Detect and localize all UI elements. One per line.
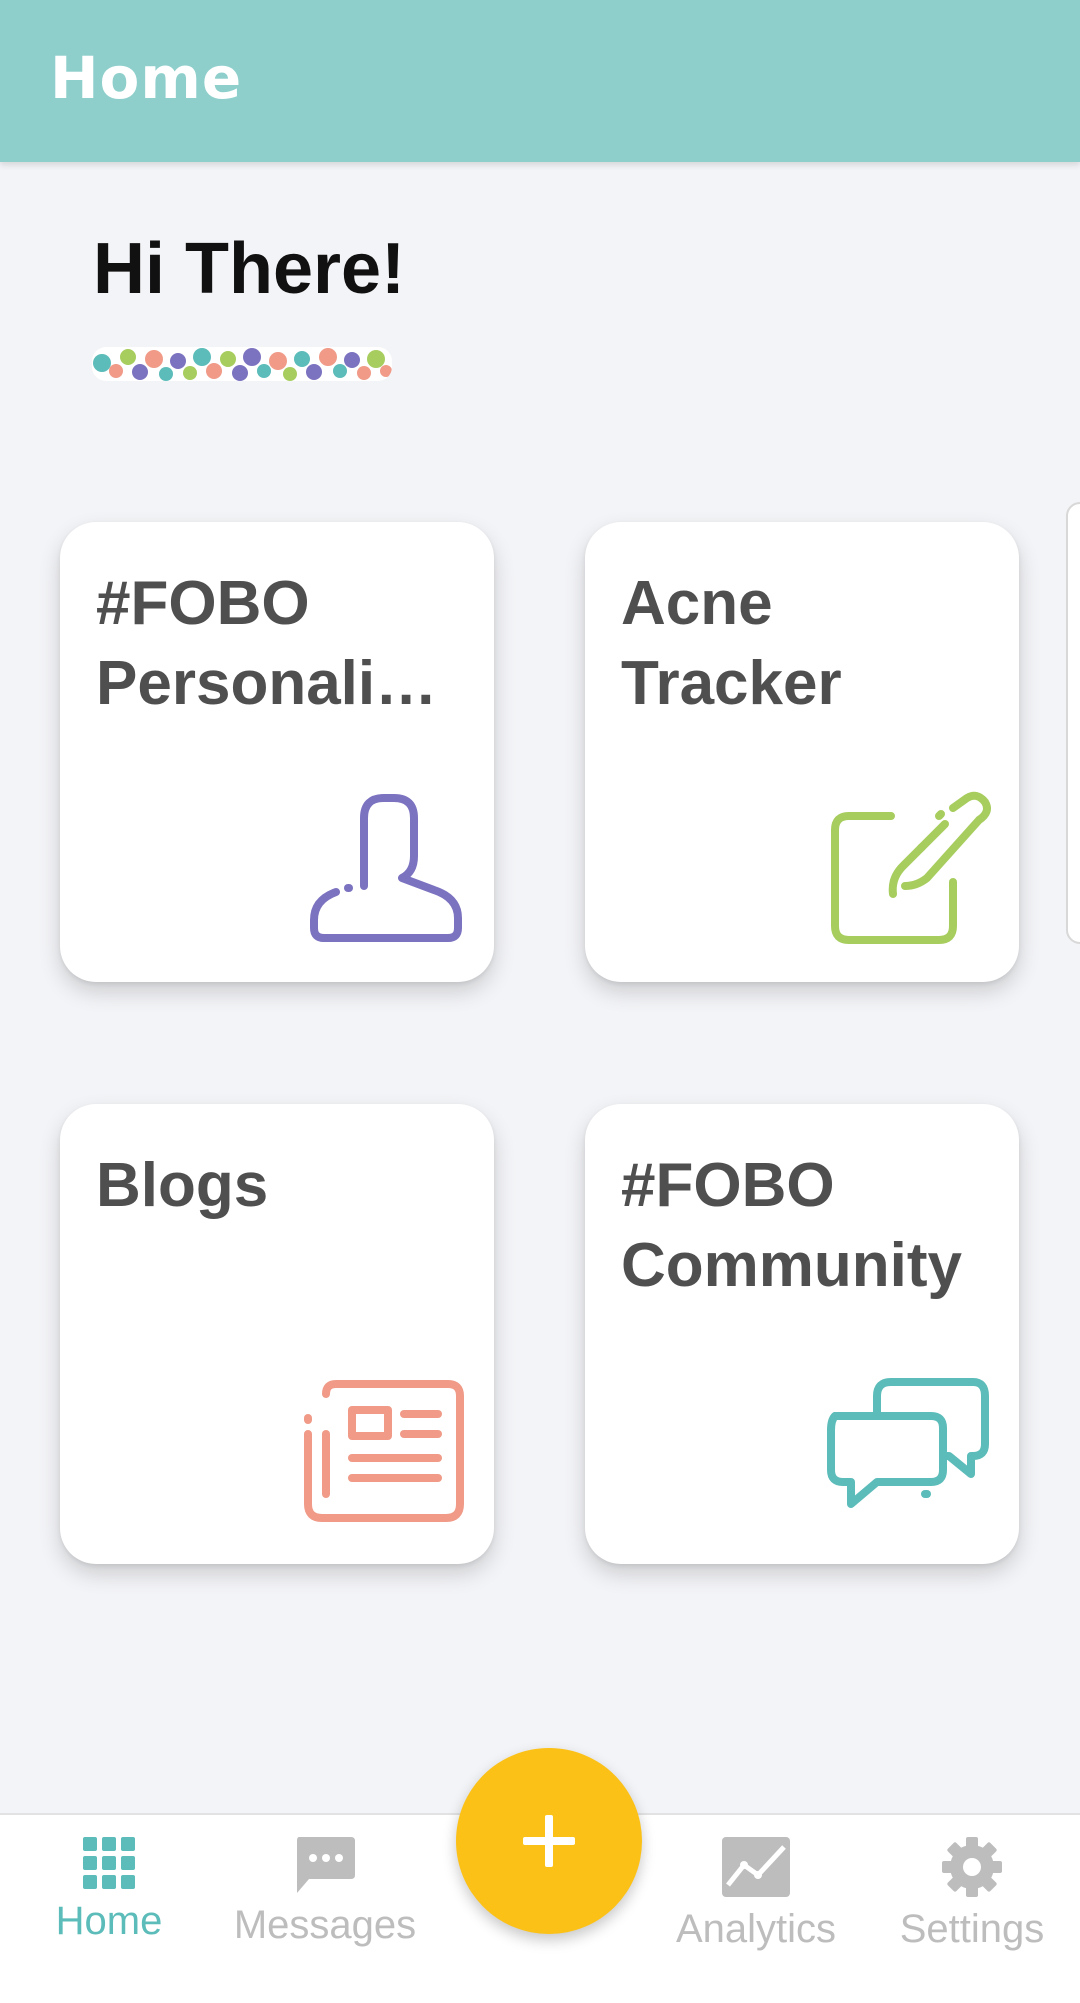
- card-title: Blogs: [96, 1151, 269, 1220]
- nav-settings[interactable]: Settings: [888, 1835, 1056, 1995]
- card-title: #FOBO Community: [621, 1151, 962, 1300]
- card-title: Acne Tracker: [621, 569, 842, 718]
- person-icon: [310, 794, 462, 942]
- nav-messages[interactable]: Messages: [220, 1835, 430, 1995]
- nav-home-label: Home: [55, 1899, 163, 1943]
- page-title: Home: [50, 44, 243, 112]
- gear-icon: [942, 1837, 1002, 1897]
- nav-home[interactable]: Home: [30, 1835, 188, 1995]
- chat-bubbles-icon: [827, 1378, 989, 1508]
- nav-analytics[interactable]: Analytics: [664, 1835, 848, 1995]
- card-fobo-community[interactable]: #FOBO Community: [585, 1104, 1019, 1564]
- chart-icon: [722, 1837, 790, 1897]
- nav-messages-label: Messages: [233, 1903, 417, 1947]
- greeting-heading: Hi There!: [93, 229, 406, 309]
- next-page-peek: [1066, 502, 1080, 944]
- message-icon: [297, 1837, 355, 1893]
- add-button[interactable]: [456, 1748, 642, 1934]
- grid-icon: [83, 1837, 135, 1889]
- plus-icon: [523, 1815, 575, 1867]
- card-title: #FOBO Personali…: [96, 569, 438, 718]
- nav-settings-label: Settings: [899, 1907, 1045, 1951]
- app-bar: Home: [0, 0, 1080, 162]
- card-fobo-personality[interactable]: #FOBO Personali…: [60, 522, 494, 982]
- card-acne-tracker[interactable]: Acne Tracker: [585, 522, 1019, 982]
- newspaper-icon: [304, 1380, 464, 1522]
- user-name-redacted: [92, 347, 392, 381]
- edit-note-icon: [831, 791, 991, 944]
- nav-analytics-label: Analytics: [675, 1907, 837, 1951]
- card-blogs[interactable]: Blogs: [60, 1104, 494, 1564]
